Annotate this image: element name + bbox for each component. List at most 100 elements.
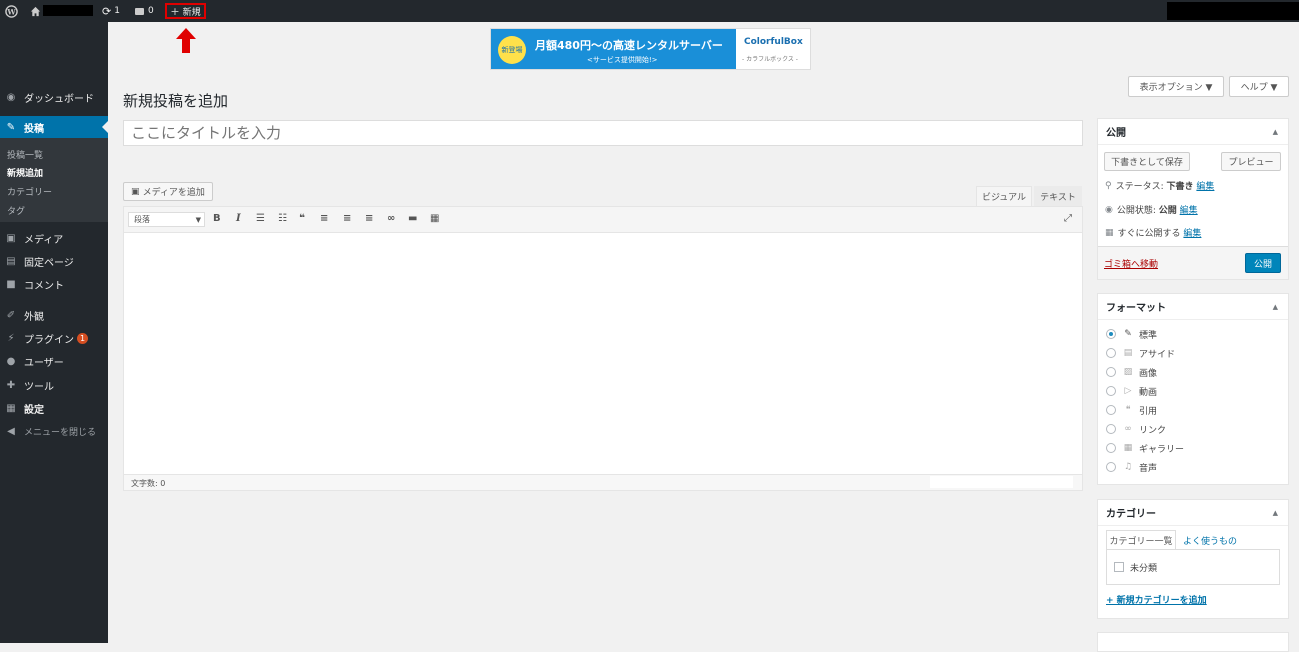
radio[interactable]: [1106, 443, 1116, 453]
sidebar-item-label: プラグイン: [24, 334, 74, 346]
submenu-categories[interactable]: カテゴリー: [7, 185, 52, 198]
word-count: 文字数: 0: [131, 479, 166, 488]
publish-button[interactable]: 公開: [1245, 253, 1281, 273]
format-box-header[interactable]: フォーマット ▲: [1098, 294, 1288, 320]
sidebar-item-settings[interactable]: ▦ 設定: [0, 397, 108, 419]
category-item-uncategorized[interactable]: 未分類: [1114, 560, 1157, 574]
save-draft-button[interactable]: 下書きとして保存: [1104, 152, 1190, 171]
sidebar-item-dashboard[interactable]: ◉ ダッシュボード: [0, 86, 108, 108]
radio-selected[interactable]: [1106, 329, 1116, 339]
preview-button[interactable]: プレビュー: [1221, 152, 1281, 171]
sidebar-item-label: メニューを閉じる: [24, 427, 97, 438]
sidebar-item-label: ダッシュボード: [24, 93, 94, 105]
format-select-value: 段落: [134, 215, 150, 224]
format-option-aside[interactable]: ▤ アサイド: [1106, 346, 1175, 360]
radio[interactable]: [1106, 405, 1116, 415]
user-account-redacted[interactable]: [1167, 2, 1299, 20]
banner-brand-sub: - カラフルボックス -: [742, 56, 798, 63]
active-pointer: [102, 121, 108, 133]
banner-brand-panel: ColorfulBox - カラフルボックス -: [736, 29, 810, 69]
schedule-row: ▦ すぐに公開する 編集: [1105, 226, 1201, 240]
link-icon[interactable]: ∞: [387, 213, 395, 224]
radio[interactable]: [1106, 424, 1116, 434]
italic-icon[interactable]: I: [236, 213, 241, 224]
sidebar-item-label: ツール: [24, 381, 54, 393]
blockquote-icon[interactable]: ❝: [299, 213, 305, 224]
format-option-link[interactable]: ∞ リンク: [1106, 422, 1166, 436]
help-button[interactable]: ヘルプ ▼: [1229, 76, 1289, 97]
post-title-input[interactable]: [123, 120, 1083, 146]
edit-schedule-link[interactable]: 編集: [1183, 226, 1201, 239]
format-option-gallery[interactable]: ▦ ギャラリー: [1106, 441, 1184, 455]
comments-link[interactable]: 0: [135, 0, 154, 22]
editor-content-area[interactable]: [124, 234, 1082, 474]
sidebar-item-users[interactable]: ● ユーザー: [0, 350, 108, 372]
edit-status-link[interactable]: 編集: [1196, 179, 1214, 192]
updates-link[interactable]: ⟳ 1: [102, 0, 120, 22]
submenu-all-posts[interactable]: 投稿一覧: [7, 148, 43, 161]
sidebar-item-pages[interactable]: ▤ 固定ページ: [0, 250, 108, 272]
format-option-image[interactable]: ▨ 画像: [1106, 365, 1157, 379]
category-box-header[interactable]: カテゴリー ▲: [1098, 500, 1288, 526]
banner-ad[interactable]: 新登場 月額480円〜の高速レンタルサーバー <サービス提供開始!> Color…: [490, 28, 811, 70]
add-media-button[interactable]: ▣ メディアを追加: [123, 182, 213, 201]
bold-icon[interactable]: B: [213, 213, 221, 224]
sidebar-item-label: 投稿: [24, 123, 44, 135]
read-more-icon[interactable]: ▬: [408, 213, 417, 224]
plugins-update-badge: 1: [77, 332, 88, 344]
visibility-value: 公開: [1158, 206, 1177, 216]
format-box-title: フォーマット: [1106, 303, 1166, 314]
new-content-button[interactable]: + 新規: [165, 3, 206, 19]
site-home-icon[interactable]: [30, 0, 41, 22]
tab-popular-categories[interactable]: よく使うもの: [1183, 534, 1237, 547]
fullscreen-icon[interactable]: ⤢: [1064, 213, 1072, 224]
dashboard-icon: ◉: [6, 91, 16, 103]
banner-main-text: 月額480円〜の高速レンタルサーバー: [535, 39, 723, 52]
tab-text[interactable]: テキスト: [1034, 186, 1082, 206]
chevron-down-icon: ▼: [195, 215, 201, 224]
banner-brand: ColorfulBox: [744, 37, 803, 47]
sidebar-item-plugins[interactable]: ⚡ プラグイン 1: [0, 327, 108, 349]
tab-all-categories[interactable]: カテゴリー一覧: [1106, 530, 1176, 550]
tab-visual[interactable]: ビジュアル: [976, 186, 1032, 206]
sidebar-item-posts[interactable]: ✎ 投稿: [0, 116, 108, 138]
checkbox[interactable]: [1114, 562, 1124, 572]
site-name-redacted[interactable]: [43, 5, 93, 16]
sidebar-collapse-menu[interactable]: ◀ メニューを閉じる: [0, 420, 108, 442]
post-status-row: ⚲ ステータス: 下書き 編集: [1105, 179, 1214, 193]
toolbar-toggle-icon[interactable]: ▦: [430, 213, 439, 224]
align-center-icon[interactable]: ≡: [343, 213, 351, 224]
submenu-add-new[interactable]: 新規追加: [7, 166, 43, 179]
publish-box-header[interactable]: 公開 ▲: [1098, 119, 1288, 145]
image-icon: ▨: [1123, 367, 1133, 377]
bullet-list-icon[interactable]: ☰: [256, 213, 265, 224]
sidebar-item-appearance[interactable]: ✐ 外観: [0, 304, 108, 326]
format-option-standard[interactable]: ✎ 標準: [1106, 327, 1157, 341]
numbered-list-icon[interactable]: ☷: [278, 213, 287, 224]
sidebar-item-label: コメント: [24, 280, 64, 292]
submenu-tags[interactable]: タグ: [7, 204, 25, 217]
radio[interactable]: [1106, 367, 1116, 377]
align-right-icon[interactable]: ≡: [365, 213, 373, 224]
add-new-category-link[interactable]: + 新規カテゴリーを追加: [1106, 593, 1207, 606]
format-option-video[interactable]: ▷ 動画: [1106, 384, 1157, 398]
format-option-audio[interactable]: ♫ 音声: [1106, 460, 1157, 474]
collapse-arrow-icon: ▲: [1272, 508, 1278, 517]
sidebar-item-comments[interactable]: ■ コメント: [0, 273, 108, 295]
page-icon: ▤: [6, 255, 16, 267]
radio[interactable]: [1106, 462, 1116, 472]
sidebar-item-tools[interactable]: ✚ ツール: [0, 374, 108, 396]
screen-options-button[interactable]: 表示オプション ▼: [1128, 76, 1224, 97]
status-label: ステータス:: [1115, 182, 1164, 192]
wordpress-logo-icon[interactable]: W: [5, 0, 18, 22]
comment-icon: ■: [6, 278, 16, 290]
radio[interactable]: [1106, 386, 1116, 396]
format-option-quote[interactable]: ❝ 引用: [1106, 403, 1157, 417]
align-left-icon[interactable]: ≡: [320, 213, 328, 224]
move-to-trash-link[interactable]: ゴミ箱へ移動: [1104, 257, 1158, 270]
radio[interactable]: [1106, 348, 1116, 358]
format-select[interactable]: 段落 ▼: [128, 212, 205, 227]
comments-count: 0: [148, 6, 154, 16]
sidebar-item-media[interactable]: ▣ メディア: [0, 227, 108, 249]
edit-visibility-link[interactable]: 編集: [1180, 203, 1198, 216]
